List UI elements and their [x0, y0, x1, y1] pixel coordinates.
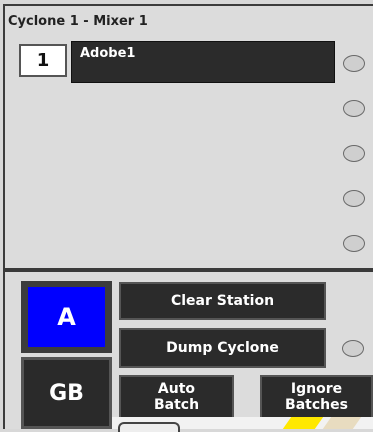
dump-cyclone-indicator — [342, 340, 364, 357]
status-indicator-5 — [343, 235, 365, 252]
panel-title: Cyclone 1 - Mixer 1 — [8, 14, 148, 29]
recipe-field[interactable]: Adobe1 — [71, 41, 335, 83]
status-indicator-1 — [343, 55, 365, 72]
station-number[interactable]: 1 — [19, 44, 67, 77]
auto-batch-button[interactable]: Auto Batch — [119, 375, 234, 423]
hazard-stripe — [322, 417, 362, 429]
clear-station-button[interactable]: Clear Station — [119, 282, 326, 320]
gb-button[interactable]: GB — [21, 357, 112, 429]
ignore-batches-button[interactable]: Ignore Batches — [260, 375, 373, 423]
status-indicator-3 — [343, 145, 365, 162]
hazard-stripe — [282, 417, 324, 429]
status-indicator-4 — [343, 190, 365, 207]
dump-cyclone-button[interactable]: Dump Cyclone — [119, 328, 326, 368]
mode-a-label: A — [28, 287, 105, 347]
status-indicator-2 — [343, 100, 365, 117]
mode-a-button[interactable]: A — [21, 281, 112, 353]
bottom-tab[interactable] — [118, 422, 180, 432]
